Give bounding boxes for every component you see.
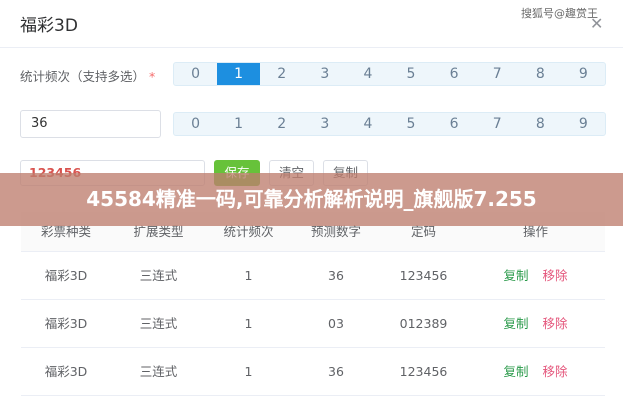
frequency-option[interactable]: 5	[389, 63, 432, 85]
row-copy-link[interactable]: 复制	[503, 300, 528, 348]
frequency-option[interactable]: 8	[519, 63, 562, 85]
cell-frequency: 1	[244, 268, 253, 283]
row-copy-link[interactable]: 复制	[503, 348, 528, 396]
frequency-option[interactable]: 1	[217, 63, 261, 85]
cell-extension-type: 三连式	[139, 364, 178, 379]
dialog: 福彩3D 搜狐号@趣赏王 ✕ 统计频次（支持多选） * 0 1 2 3 4 5 6…	[0, 0, 623, 400]
results-table: 彩票种类 扩展类型 统计频次 预测数字 定码 操作 福彩3D 三连式 1 36 …	[21, 212, 605, 396]
cell-frequency: 1	[244, 316, 253, 331]
cell-actions: 复制 移除	[466, 348, 605, 395]
cell-frequency: 1	[244, 364, 253, 379]
predict-digit-option[interactable]: 4	[346, 113, 389, 135]
banner-title: 45584精准一码,可靠分析解析说明_旗舰版7.255	[86, 187, 537, 211]
predict-digit-option[interactable]: 8	[519, 113, 562, 135]
cell-actions: 复制 移除	[466, 252, 605, 299]
cell-extension-type: 三连式	[139, 268, 178, 283]
cell-predict-digits: 03	[328, 316, 344, 331]
dialog-header: 福彩3D 搜狐号@趣赏王 ✕	[0, 0, 623, 48]
frequency-option[interactable]: 6	[433, 63, 476, 85]
cell-code: 123456	[399, 268, 448, 283]
predict-digit-option[interactable]: 3	[303, 113, 346, 135]
frequency-option[interactable]: 4	[346, 63, 389, 85]
cell-extension-type: 三连式	[139, 316, 178, 331]
frequency-option[interactable]: 0	[174, 63, 217, 85]
cell-predict-digits: 36	[328, 364, 344, 379]
frequency-option[interactable]: 7	[476, 63, 519, 85]
frequency-label: 统计频次（支持多选） *	[20, 66, 155, 85]
predict-digit-option[interactable]: 9	[562, 113, 605, 135]
frequency-option[interactable]: 9	[562, 63, 605, 85]
predict-digit-selector: 0 1 2 3 4 5 6 7 8 9	[173, 112, 606, 136]
predict-digit-option[interactable]: 0	[174, 113, 217, 135]
frequency-label-text: 统计频次（支持多选）	[20, 69, 146, 84]
predict-input[interactable]: 36	[20, 110, 161, 138]
cell-code: 012389	[399, 316, 448, 331]
table-row: 福彩3D 三连式 1 03 012389 复制 移除	[21, 300, 605, 348]
predict-digit-option[interactable]: 5	[389, 113, 432, 135]
cell-code: 123456	[399, 364, 448, 379]
frequency-option[interactable]: 2	[260, 63, 303, 85]
dialog-title: 福彩3D	[20, 16, 78, 36]
row-remove-link[interactable]: 移除	[543, 348, 568, 396]
frequency-selector: 0 1 2 3 4 5 6 7 8 9	[173, 62, 606, 86]
required-mark: *	[149, 69, 156, 84]
title-banner: 45584精准一码,可靠分析解析说明_旗舰版7.255	[0, 173, 623, 226]
table-row: 福彩3D 三连式 1 36 123456 复制 移除	[21, 252, 605, 300]
predict-digit-option[interactable]: 6	[433, 113, 476, 135]
cell-lottery-type: 福彩3D	[44, 364, 88, 379]
row-remove-link[interactable]: 移除	[543, 252, 568, 300]
predict-digit-option[interactable]: 1	[217, 113, 260, 135]
row-remove-link[interactable]: 移除	[543, 300, 568, 348]
predict-digit-option[interactable]: 7	[476, 113, 519, 135]
cell-lottery-type: 福彩3D	[44, 316, 88, 331]
cell-actions: 复制 移除	[466, 300, 605, 347]
cell-predict-digits: 36	[328, 268, 344, 283]
row-copy-link[interactable]: 复制	[503, 252, 528, 300]
watermark: 搜狐号@趣赏王	[521, 7, 598, 20]
predict-digit-option[interactable]: 2	[260, 113, 303, 135]
close-icon[interactable]: ✕	[590, 14, 603, 33]
cell-lottery-type: 福彩3D	[44, 268, 88, 283]
table-row: 福彩3D 三连式 1 36 123456 复制 移除	[21, 348, 605, 396]
frequency-option[interactable]: 3	[303, 63, 346, 85]
